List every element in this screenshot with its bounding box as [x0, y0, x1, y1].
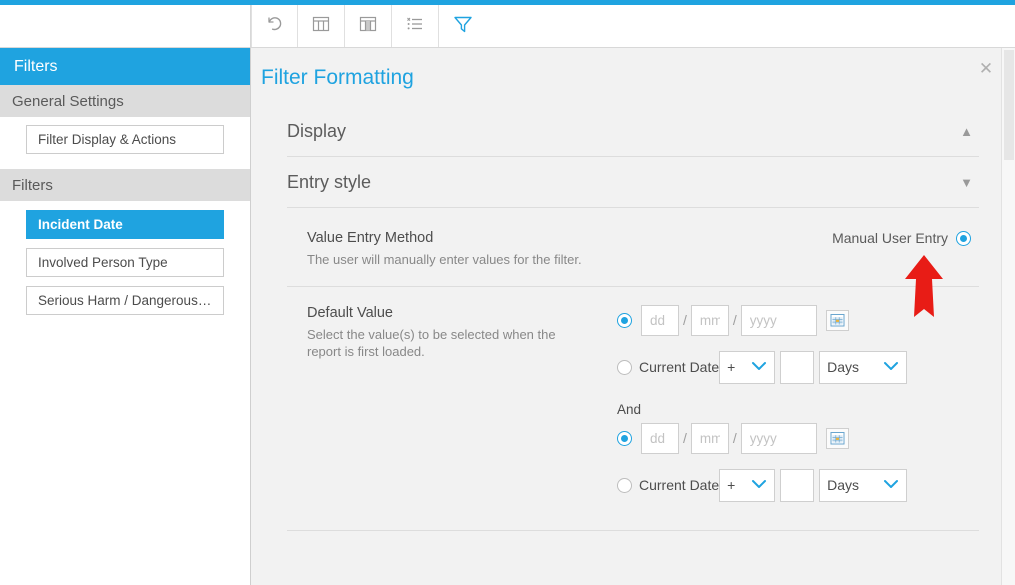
chevron-down-icon	[751, 360, 767, 374]
unit-select-from[interactable]: Days	[819, 350, 908, 384]
accordion-entry-style: Entry style ▼ Value Entry Method The use…	[287, 158, 979, 531]
value-entry-method-description: The user will manually enter values for …	[307, 252, 582, 267]
year-input-from[interactable]	[740, 304, 817, 336]
operator-value-from: +	[727, 359, 736, 376]
amount-input-to[interactable]	[780, 468, 815, 502]
amount-input-from[interactable]	[780, 350, 815, 384]
vertical-scrollbar[interactable]	[1001, 48, 1015, 585]
date-entry-row-from: / /	[617, 304, 979, 336]
column-icon	[357, 13, 379, 40]
and-label: And	[617, 401, 642, 417]
manual-user-entry-option[interactable]: Manual User Entry	[617, 230, 979, 246]
sidebar-group-general-settings: Filter Display & Actions	[0, 117, 250, 169]
chevron-down-icon	[883, 360, 899, 374]
day-input-to[interactable]	[641, 422, 679, 454]
column-button[interactable]	[345, 5, 392, 47]
row-value-entry-method: Value Entry Method The user will manuall…	[287, 208, 979, 269]
sidebar-section-filters: Filters	[0, 169, 250, 201]
sidebar-section-general-settings: General Settings	[0, 85, 250, 117]
year-input-to[interactable]	[740, 422, 817, 454]
filter-formatting-panel: Filter Formatting ✕ Display ▲ Entry styl…	[251, 48, 1015, 585]
sidebar: Filters General Settings Filter Display …	[0, 48, 251, 585]
value-entry-method-control: Manual User Entry	[617, 230, 979, 269]
table-icon	[310, 13, 332, 40]
chevron-down-icon	[751, 478, 767, 492]
scrollbar-thumb[interactable]	[1004, 50, 1014, 160]
month-input-to[interactable]	[690, 422, 729, 454]
unit-value-to: Days	[827, 477, 860, 494]
sidebar-item-incident-date[interactable]: Incident Date	[26, 210, 224, 239]
undo-button[interactable]	[251, 5, 298, 47]
manual-user-entry-radio[interactable]	[956, 230, 971, 246]
filter-icon	[451, 12, 475, 41]
sidebar-item-filter-display-actions[interactable]: Filter Display & Actions	[26, 125, 224, 154]
sidebar-item-serious-harm-dangerous[interactable]: Serious Harm / Dangerous…	[26, 286, 224, 315]
operator-select-to[interactable]: +	[719, 468, 776, 502]
default-value-group-to: / /	[617, 422, 979, 502]
sidebar-group-filters: Incident Date Involved Person Type Serio…	[0, 201, 250, 330]
row-default-value: Default Value Select the value(s) to be …	[287, 287, 979, 502]
day-input-from[interactable]	[641, 304, 679, 336]
explicit-date-radio-from[interactable]	[617, 312, 632, 328]
toolbar-left-spacer	[0, 5, 251, 48]
chevron-down-icon	[883, 478, 899, 492]
date-separator-2-from: /	[732, 312, 737, 329]
application-window: Filters General Settings Filter Display …	[0, 0, 1015, 585]
sidebar-header-filters[interactable]: Filters	[0, 48, 250, 85]
current-date-label-to: Current Date	[639, 477, 720, 494]
close-icon[interactable]: ✕	[975, 58, 997, 80]
chevron-up-icon[interactable]: ▲	[960, 125, 973, 138]
current-date-row-from: Current Date + Days	[617, 350, 979, 384]
accordion-label-display: Display	[287, 121, 347, 141]
value-entry-method-label-block: Value Entry Method The user will manuall…	[287, 230, 617, 269]
unit-select-to[interactable]: Days	[819, 468, 908, 502]
filter-button[interactable]	[439, 5, 486, 47]
calendar-icon-from[interactable]	[825, 309, 849, 331]
explicit-date-radio-to[interactable]	[617, 430, 632, 446]
current-date-label-from: Current Date	[639, 359, 720, 376]
list-button[interactable]	[392, 5, 439, 47]
default-value-label: Default Value	[307, 304, 393, 321]
default-value-control: / /	[617, 304, 979, 502]
divider-bottom	[287, 529, 979, 531]
operator-select-from[interactable]: +	[719, 350, 776, 384]
accordion-display: Display ▲	[287, 107, 979, 157]
value-entry-method-label: Value Entry Method	[307, 230, 434, 246]
chevron-down-icon[interactable]: ▼	[960, 176, 973, 189]
undo-icon	[264, 13, 286, 40]
list-icon	[404, 13, 426, 40]
calendar-icon-to[interactable]	[825, 427, 849, 449]
accordion-header-entry-style[interactable]: Entry style ▼	[287, 158, 979, 208]
current-date-radio-from[interactable]	[617, 359, 632, 375]
sidebar-item-involved-person-type[interactable]: Involved Person Type	[26, 248, 224, 277]
page-title: Filter Formatting	[261, 66, 414, 89]
table-button[interactable]	[298, 5, 345, 47]
date-separator-2-to: /	[732, 430, 737, 447]
current-date-radio-to[interactable]	[617, 477, 632, 493]
current-date-row-to: Current Date + Days	[617, 468, 979, 502]
unit-value-from: Days	[827, 359, 860, 376]
toolbar	[251, 5, 1015, 48]
date-entry-row-to: / /	[617, 422, 979, 454]
month-input-from[interactable]	[690, 304, 729, 336]
default-value-label-block: Default Value Select the value(s) to be …	[287, 305, 617, 502]
default-value-description: Select the value(s) to be selected when …	[307, 326, 556, 360]
default-value-group-from: / /	[617, 304, 979, 384]
accordion-header-display[interactable]: Display ▲	[287, 107, 979, 157]
date-separator-1-from: /	[683, 312, 687, 329]
manual-user-entry-label: Manual User Entry	[832, 230, 948, 246]
operator-value-to: +	[727, 477, 736, 494]
date-separator-1-to: /	[683, 430, 687, 447]
accordion-label-entry-style: Entry style	[287, 172, 372, 192]
